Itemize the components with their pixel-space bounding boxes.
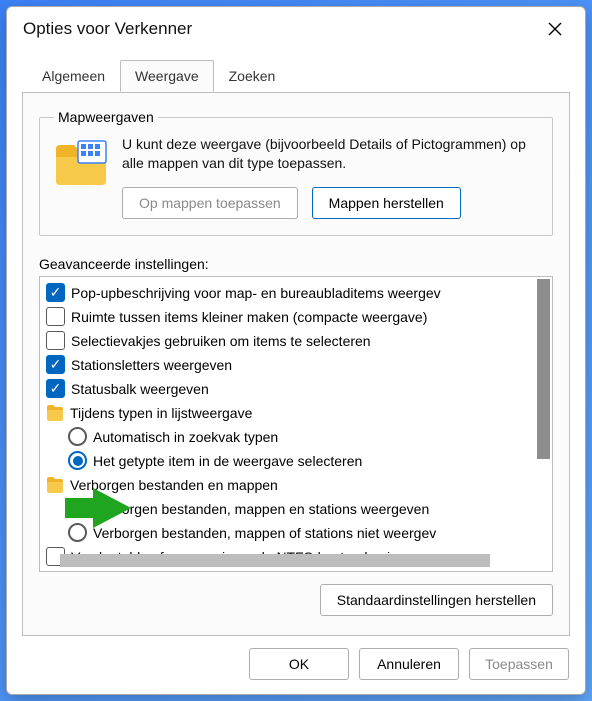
setting-label: Verborgen bestanden, mappen of stations … — [93, 525, 436, 541]
cancel-button[interactable]: Annuleren — [359, 648, 459, 680]
setting-row: Verborgen bestanden en mappen — [46, 473, 552, 497]
advanced-settings-container: ✓ Pop-upbeschrijving voor map- en bureaub… — [39, 276, 553, 572]
tab-search[interactable]: Zoeken — [214, 60, 291, 92]
folder-icon — [46, 477, 64, 493]
folder-icon — [46, 405, 64, 421]
setting-label: Automatisch in zoekvak typen — [93, 429, 278, 445]
setting-label: Verborgen bestanden, mappen en stations … — [93, 501, 429, 517]
checkbox-icon: ✓ — [46, 283, 65, 302]
setting-row[interactable]: Automatisch in zoekvak typen — [46, 425, 552, 449]
setting-label: Statusbalk weergeven — [71, 381, 209, 397]
setting-label: Stationsletters weergeven — [71, 357, 232, 373]
radio-icon — [68, 427, 87, 446]
view-panel: Mapweergaven U kunt deze weergave (bijvo… — [22, 92, 570, 636]
checkbox-icon — [46, 307, 65, 326]
setting-row: Tijdens typen in lijstweergave — [46, 401, 552, 425]
radio-icon — [68, 499, 87, 518]
vertical-scrollbar-thumb[interactable] — [537, 279, 550, 459]
apply-to-folders-button[interactable]: Op mappen toepassen — [122, 187, 298, 219]
restore-defaults-button[interactable]: Standaardinstellingen herstellen — [320, 584, 553, 616]
setting-row[interactable]: ✓ Statusbalk weergeven — [46, 377, 552, 401]
setting-row[interactable]: Het getypte item in de weergave selecter… — [46, 449, 552, 473]
setting-row[interactable]: Ruimte tussen items kleiner maken (compa… — [46, 305, 552, 329]
setting-row[interactable]: Verborgen bestanden, mappen en stations … — [46, 497, 552, 521]
checkbox-icon — [46, 331, 65, 350]
close-icon — [548, 22, 562, 36]
setting-row[interactable]: Verborgen bestanden, mappen of stations … — [46, 521, 552, 545]
explorer-options-dialog: Opties voor Verkenner Algemeen Weergave … — [6, 6, 586, 695]
tab-strip: Algemeen Weergave Zoeken — [7, 51, 585, 92]
reset-folders-button[interactable]: Mappen herstellen — [312, 187, 461, 219]
dialog-button-bar: OK Annuleren Toepassen — [7, 636, 585, 694]
radio-icon — [68, 451, 87, 470]
radio-icon — [68, 523, 87, 542]
window-title: Opties voor Verkenner — [23, 19, 192, 39]
setting-label: Pop-upbeschrijving voor map- en bureaubl… — [71, 285, 441, 301]
folder-views-group: Mapweergaven U kunt deze weergave (bijvo… — [39, 109, 553, 236]
checkbox-icon: ✓ — [46, 379, 65, 398]
advanced-settings-label: Geavanceerde instellingen: — [39, 256, 553, 272]
ok-button[interactable]: OK — [249, 648, 349, 680]
tab-general[interactable]: Algemeen — [27, 60, 120, 92]
tab-view[interactable]: Weergave — [120, 60, 214, 92]
setting-label: Ruimte tussen items kleiner maken (compa… — [71, 309, 427, 325]
horizontal-scrollbar-thumb[interactable] — [60, 554, 490, 567]
setting-row[interactable]: ✓ Stationsletters weergeven — [46, 353, 552, 377]
titlebar: Opties voor Verkenner — [7, 7, 585, 51]
setting-label: Verborgen bestanden en mappen — [70, 477, 278, 493]
advanced-settings-list[interactable]: ✓ Pop-upbeschrijving voor map- en bureaub… — [39, 276, 553, 572]
checkbox-icon: ✓ — [46, 355, 65, 374]
folder-views-description: U kunt deze weergave (bijvoorbeeld Detai… — [122, 135, 538, 173]
setting-label: Selectievakjes gebruiken om items te sel… — [71, 333, 371, 349]
setting-label: Het getypte item in de weergave selecter… — [93, 453, 362, 469]
setting-label: Tijdens typen in lijstweergave — [70, 405, 252, 421]
close-button[interactable] — [533, 13, 577, 45]
apply-button[interactable]: Toepassen — [469, 648, 569, 680]
setting-row[interactable]: ✓ Pop-upbeschrijving voor map- en bureaub… — [46, 281, 552, 305]
folder-views-legend: Mapweergaven — [54, 109, 158, 125]
setting-row[interactable]: Selectievakjes gebruiken om items te sel… — [46, 329, 552, 353]
folder-views-icon — [54, 139, 110, 187]
